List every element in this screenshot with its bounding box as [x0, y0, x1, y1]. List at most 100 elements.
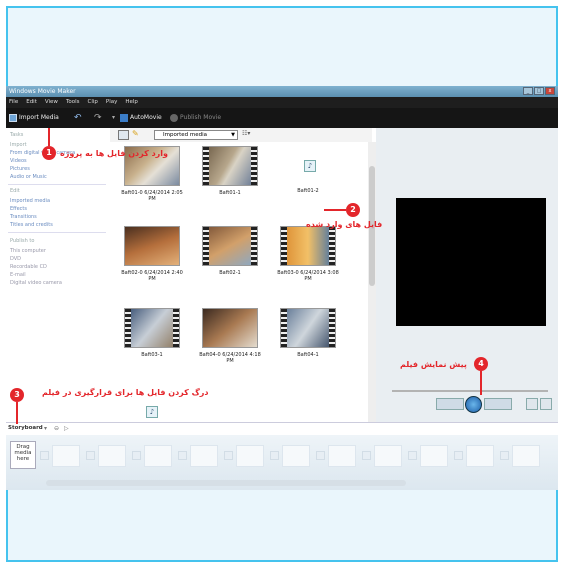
storyboard-slot[interactable]	[512, 445, 540, 467]
task-link[interactable]: Recordable CD	[10, 264, 47, 270]
automovie-label: AutoMovie	[130, 114, 162, 121]
forward-button[interactable]	[484, 398, 512, 410]
play-button[interactable]	[465, 396, 482, 413]
clip-thumbnail	[124, 308, 180, 348]
menu-file[interactable]: File	[9, 97, 18, 108]
task-link[interactable]: Effects	[10, 206, 27, 212]
preview-pane	[376, 128, 558, 426]
chevron-down-icon: ▼	[231, 132, 235, 138]
storyboard-slot[interactable]	[374, 445, 402, 467]
maximize-button[interactable]: □	[534, 87, 544, 95]
clip-item[interactable]: Baft02-0 6/24/2014 2:40 PM	[121, 226, 184, 282]
menu-bar: File Edit View Tools Clip Play Help	[6, 97, 558, 108]
divider	[8, 184, 106, 185]
redo-icon[interactable]: ↷	[94, 112, 102, 124]
clip-caption: Baft01-1	[219, 190, 241, 196]
transition-slot[interactable]	[270, 451, 279, 460]
movie-maker-screenshot: Windows Movie Maker _ □ x File Edit View…	[6, 86, 558, 490]
storyboard-slot[interactable]	[328, 445, 356, 467]
clip-item[interactable]: Baft02-1	[202, 226, 262, 276]
storyboard-slot[interactable]	[282, 445, 310, 467]
storyboard-slot[interactable]	[144, 445, 172, 467]
transition-slot[interactable]	[178, 451, 187, 460]
storyboard-slot[interactable]	[236, 445, 264, 467]
task-link[interactable]: Imported media	[10, 198, 50, 204]
clip-item[interactable]: Baft04-1	[280, 308, 340, 358]
transition-slot[interactable]	[86, 451, 95, 460]
clip-caption: Baft01-2	[297, 188, 319, 194]
transition-slot[interactable]	[500, 451, 509, 460]
audio-file-icon[interactable]: ♪	[146, 406, 158, 418]
snapshot-button[interactable]	[540, 398, 552, 410]
close-button[interactable]: x	[545, 87, 555, 95]
menu-clip[interactable]: Clip	[88, 97, 98, 108]
transition-slot[interactable]	[40, 451, 49, 460]
clip-caption: Baft04-0 6/24/2014 4:18 PM	[199, 352, 261, 364]
clip-item[interactable]: ♪ Baft01-2	[280, 146, 340, 194]
clip-caption: Baft04-1	[297, 352, 319, 358]
clip-caption: Baft02-1	[219, 270, 241, 276]
drag-media-here-slot[interactable]: Drag media here	[10, 441, 36, 469]
transition-slot[interactable]	[408, 451, 417, 460]
storyboard-toggle[interactable]: Storyboard	[8, 425, 43, 431]
window-title: Windows Movie Maker	[9, 88, 76, 95]
zoom-icon[interactable]: ⊖	[54, 425, 59, 432]
transition-slot[interactable]	[454, 451, 463, 460]
task-link[interactable]: Digital video camera	[10, 280, 62, 286]
annotation-badge-3: 3	[10, 388, 24, 402]
split-button[interactable]	[526, 398, 538, 410]
storyboard-slot[interactable]	[190, 445, 218, 467]
tasks-header: Tasks	[10, 132, 24, 138]
storyboard-slot[interactable]	[420, 445, 448, 467]
collection-pane: Baft01-0 6/24/2014 2:05 PM Baft01-1 ♪ Ba…	[110, 142, 368, 426]
audio-file-icon: ♪	[304, 160, 316, 172]
clip-caption: Baft02-0 6/24/2014 2:40 PM	[121, 270, 183, 282]
storyboard-slot[interactable]	[98, 445, 126, 467]
play-storyboard-icon[interactable]: ▷	[64, 425, 69, 432]
task-link[interactable]: Pictures	[10, 166, 30, 172]
storyboard-slot[interactable]	[466, 445, 494, 467]
undo-icon[interactable]: ↶	[74, 112, 82, 124]
menu-help[interactable]: Help	[125, 97, 138, 108]
transition-slot[interactable]	[316, 451, 325, 460]
automovie-button[interactable]: AutoMovie	[120, 112, 162, 124]
annotation-imported-files: فایل های وارد شده	[306, 220, 383, 229]
clip-item[interactable]: Baft04-0 6/24/2014 4:18 PM	[199, 308, 262, 364]
menu-edit[interactable]: Edit	[26, 97, 37, 108]
task-link[interactable]: Transitions	[10, 214, 37, 220]
collection-scrollbar[interactable]	[368, 142, 376, 426]
annotation-badge-1: 1	[42, 146, 56, 160]
task-link[interactable]: Videos	[10, 158, 27, 164]
task-link[interactable]: Audio or Music	[10, 174, 47, 180]
clip-item[interactable]: Baft03-0 6/24/2014 3:08 PM	[277, 226, 340, 282]
transition-slot[interactable]	[362, 451, 371, 460]
storyboard-slot[interactable]	[52, 445, 80, 467]
menu-view[interactable]: View	[45, 97, 58, 108]
publish-movie-button[interactable]: Publish Movie	[170, 112, 221, 124]
menu-play[interactable]: Play	[106, 97, 117, 108]
annotation-import: وارد کردن فایل ها به پروژه	[60, 149, 168, 158]
chevron-down-icon[interactable]: ▾	[44, 425, 47, 432]
rewind-button[interactable]	[436, 398, 464, 410]
dropdown-arrow-icon[interactable]: ▾	[112, 112, 115, 124]
seek-bar[interactable]	[392, 390, 548, 392]
transition-slot[interactable]	[224, 451, 233, 460]
import-media-button[interactable]: Import Media	[9, 112, 59, 124]
annotation-arrow	[48, 128, 50, 146]
task-link[interactable]: E-mail	[10, 272, 26, 278]
task-link[interactable]: DVD	[10, 256, 21, 262]
collection-select[interactable]: Imported media ▼	[154, 130, 238, 140]
annotation-preview: پیش نمایش فیلم	[400, 360, 467, 369]
storyboard-scrollbar[interactable]	[46, 480, 406, 486]
menu-tools[interactable]: Tools	[66, 97, 80, 108]
import-header: Import	[10, 142, 27, 148]
clip-item[interactable]: Baft01-1	[202, 146, 262, 196]
transition-slot[interactable]	[132, 451, 141, 460]
clip-item[interactable]: Baft03-1	[124, 308, 184, 358]
view-toggle-button[interactable]	[118, 130, 129, 140]
task-link[interactable]: Titles and credits	[10, 222, 53, 228]
minimize-button[interactable]: _	[523, 87, 533, 95]
task-link[interactable]: This computer	[10, 248, 46, 254]
pencil-icon[interactable]: ✎	[132, 129, 139, 138]
view-options-icon[interactable]: ☷▾	[242, 130, 250, 137]
